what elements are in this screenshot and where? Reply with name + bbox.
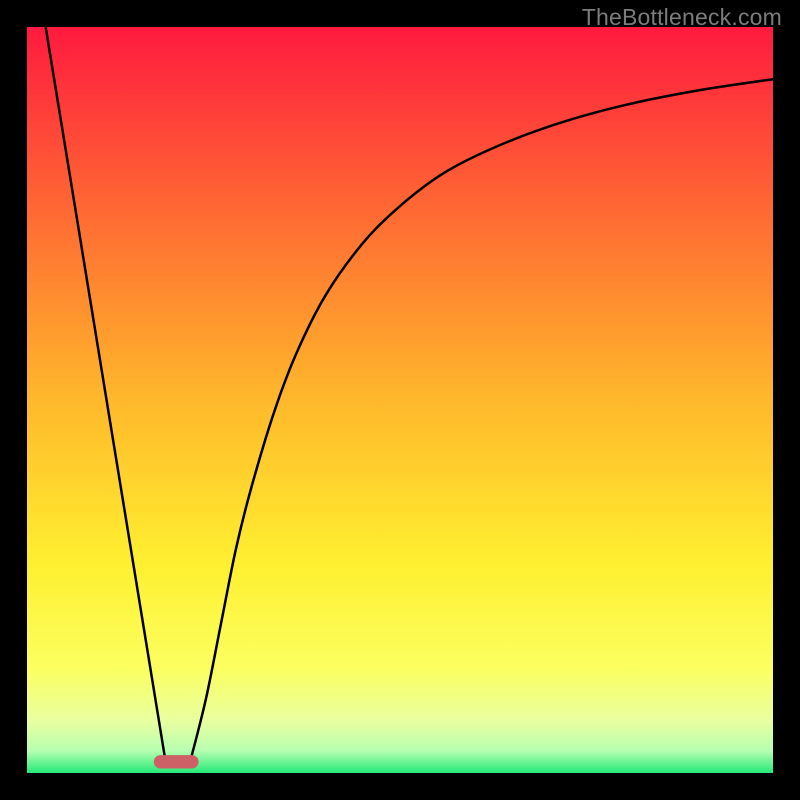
minimum-marker-pill: [154, 755, 199, 768]
gradient-background: [27, 27, 773, 773]
chart-frame: TheBottleneck.com: [0, 0, 800, 800]
minimum-marker: [154, 755, 199, 768]
bottleneck-chart: [27, 27, 773, 773]
plot-area: [27, 27, 773, 773]
